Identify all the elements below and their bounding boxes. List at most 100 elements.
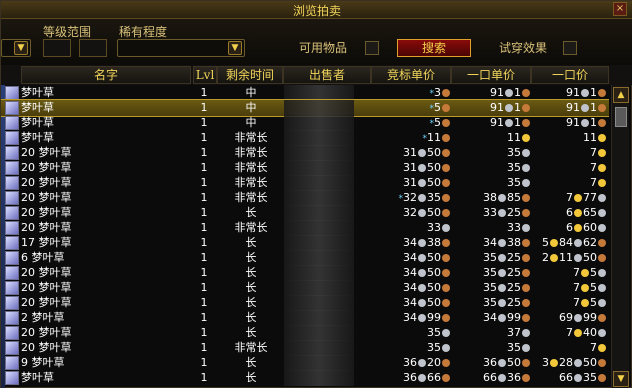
table-row[interactable]: 20 梦叶草 1 长 34 50 35 25 7 5 <box>1 265 609 281</box>
item-name: 20 梦叶草 <box>21 266 72 279</box>
buyout-unit-price: 34 38 <box>453 235 531 251</box>
silver-coin-icon <box>598 209 606 217</box>
col-seller[interactable]: 出售者 <box>283 66 371 84</box>
time-left: 非常长 <box>234 131 268 144</box>
copper-coin-icon <box>442 269 450 277</box>
herb-icon[interactable] <box>5 266 19 280</box>
silver-coin-icon <box>418 374 426 382</box>
herb-icon[interactable] <box>5 116 19 130</box>
table-row[interactable]: 梦叶草 1 中 *5 91 1 91 1 <box>1 115 609 131</box>
gold-coin-icon <box>550 239 558 247</box>
seller-pixelated <box>284 265 354 281</box>
table-row[interactable]: 9 梦叶草 1 长 36 20 36 50 3 28 50 <box>1 355 609 371</box>
item-level: 1 <box>200 131 208 144</box>
search-button[interactable]: 搜索 <box>397 39 471 57</box>
buyout-unit-price: 35 <box>453 175 531 191</box>
copper-coin-icon <box>598 359 606 367</box>
coin-amount: 2 <box>542 251 549 264</box>
table-row[interactable]: 20 梦叶草 1 长 35 37 7 40 <box>1 325 609 341</box>
item-name: 梦叶草 <box>21 86 54 99</box>
coin-amount: 35 <box>427 191 441 204</box>
herb-icon[interactable] <box>5 311 19 325</box>
col-lvl[interactable]: Lvl <box>193 66 217 84</box>
gold-coin-icon <box>581 269 589 277</box>
herb-icon[interactable] <box>5 191 19 205</box>
close-icon[interactable]: × <box>613 2 627 16</box>
silver-coin-icon <box>581 104 589 112</box>
try-on-checkbox[interactable] <box>563 41 577 55</box>
table-row[interactable]: 梦叶草 1 非常长 *11 11 11 <box>1 130 609 146</box>
herb-icon[interactable] <box>5 296 19 310</box>
col-bid-unit-price[interactable]: 竞标单价 <box>371 66 451 84</box>
gold-coin-icon <box>598 164 606 172</box>
buyout-price: 11 <box>533 130 607 146</box>
herb-icon[interactable] <box>5 221 19 235</box>
herb-icon[interactable] <box>5 101 19 115</box>
category-dropdown[interactable]: ▼ <box>1 39 31 57</box>
herb-icon[interactable] <box>5 131 19 145</box>
buyout-price: 3 28 50 <box>533 355 607 371</box>
table-row[interactable]: 20 梦叶草 1 非常长 31 50 35 7 <box>1 145 609 161</box>
scroll-thumb[interactable] <box>615 107 627 127</box>
table-row[interactable]: 20 梦叶草 1 非常长 35 35 7 <box>1 340 609 356</box>
table-row[interactable]: 17 梦叶草 1 长 34 38 34 38 5 84 62 <box>1 235 609 251</box>
col-buyout-price[interactable]: 一口价 <box>531 66 609 84</box>
scrollbar[interactable]: ▲ ▼ <box>611 85 629 388</box>
herb-icon[interactable] <box>5 251 19 265</box>
coin-amount: 36 <box>403 356 417 369</box>
table-row[interactable]: 20 梦叶草 1 非常长 31 50 35 7 <box>1 175 609 191</box>
herb-icon[interactable] <box>5 161 19 175</box>
herb-icon[interactable] <box>5 236 19 250</box>
herb-icon[interactable] <box>5 341 19 355</box>
item-name: 20 梦叶草 <box>21 161 72 174</box>
seller-pixelated <box>284 325 354 341</box>
herb-icon[interactable] <box>5 146 19 160</box>
chevron-down-icon[interactable]: ▼ <box>228 41 242 55</box>
item-level: 1 <box>200 176 208 189</box>
copper-coin-icon <box>522 359 530 367</box>
herb-icon[interactable] <box>5 281 19 295</box>
chevron-down-icon[interactable]: ▼ <box>14 41 28 55</box>
gold-coin-icon <box>598 149 606 157</box>
table-row[interactable]: 20 梦叶草 1 长 32 50 33 25 6 65 <box>1 205 609 221</box>
table-row[interactable]: 梦叶草 1 中 *5 91 1 91 1 <box>1 99 609 117</box>
rarity-label: 稀有程度 <box>119 25 168 39</box>
herb-icon[interactable] <box>5 206 19 220</box>
herb-icon[interactable] <box>5 86 19 100</box>
time-left: 长 <box>245 236 257 249</box>
herb-icon[interactable] <box>5 326 19 340</box>
table-row[interactable]: 2 梦叶草 1 长 34 99 34 99 69 99 <box>1 310 609 326</box>
table-row[interactable]: 20 梦叶草 1 非常长 31 50 35 7 <box>1 160 609 176</box>
coin-amount: 7 <box>590 176 597 189</box>
buyout-unit-price: 11 <box>453 130 531 146</box>
table-row[interactable]: 梦叶草 1 长 36 66 66 36 66 35 <box>1 370 609 386</box>
copper-coin-icon <box>442 314 450 322</box>
silver-coin-icon <box>498 299 506 307</box>
table-row[interactable]: 梦叶草 1 中 *3 91 1 91 1 <box>1 85 609 101</box>
herb-icon[interactable] <box>5 356 19 370</box>
table-row[interactable]: 20 梦叶草 1 长 34 50 35 25 7 5 <box>1 295 609 311</box>
max-level-input[interactable] <box>79 39 107 57</box>
table-row[interactable]: 20 梦叶草 1 非常长 33 33 6 60 <box>1 220 609 236</box>
table-row[interactable]: 20 梦叶草 1 长 34 50 35 25 7 5 <box>1 280 609 296</box>
col-time-left[interactable]: 剩余时间 <box>217 66 283 84</box>
rarity-dropdown[interactable]: ▼ <box>117 39 245 57</box>
min-level-input[interactable] <box>43 39 71 57</box>
table-row[interactable]: 6 梦叶草 1 长 34 50 35 25 2 11 50 <box>1 250 609 266</box>
herb-icon[interactable] <box>5 371 19 385</box>
copper-coin-icon <box>598 104 606 112</box>
buyout-price: 91 1 <box>533 100 607 116</box>
col-buyout-unit-price[interactable]: 一口单价 <box>451 66 531 84</box>
herb-icon[interactable] <box>5 176 19 190</box>
coin-amount: *32 <box>398 191 418 204</box>
scroll-up-icon[interactable]: ▲ <box>613 87 629 103</box>
bid-price: 32 50 <box>373 205 451 221</box>
col-name[interactable]: 名字 <box>21 66 191 84</box>
coin-amount: 66 <box>427 371 441 384</box>
usable-items-checkbox[interactable] <box>365 41 379 55</box>
bid-price: 34 50 <box>373 250 451 266</box>
table-row[interactable]: 20 梦叶草 1 非常长 *32 35 38 85 7 77 <box>1 190 609 206</box>
item-name: 20 梦叶草 <box>21 221 72 234</box>
copper-coin-icon <box>598 239 606 247</box>
scroll-down-icon[interactable]: ▼ <box>613 371 629 387</box>
